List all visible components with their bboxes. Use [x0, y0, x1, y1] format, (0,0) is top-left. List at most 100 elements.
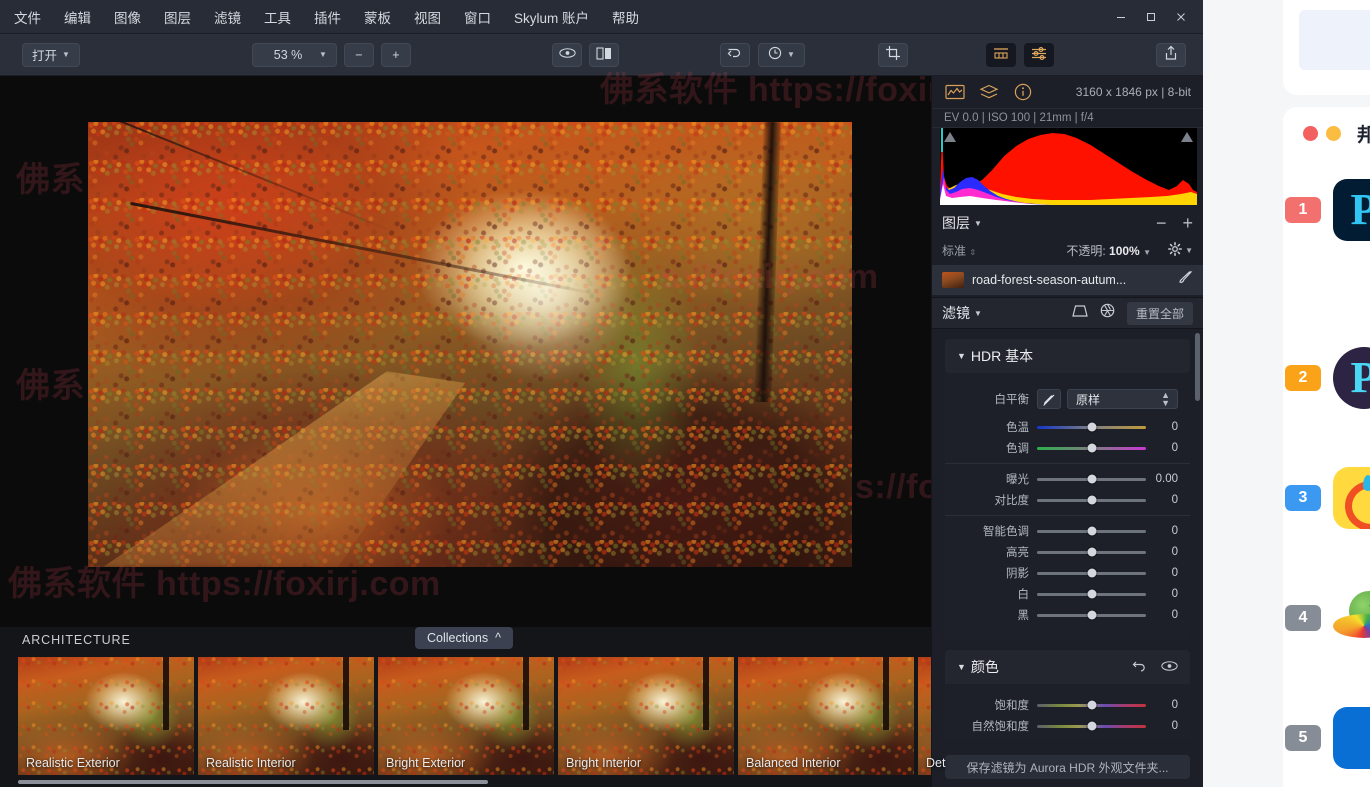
- reset-arrow-icon[interactable]: [1132, 659, 1147, 675]
- save-preset-button[interactable]: 保存滤镜为 Aurora HDR 外观文件夹...: [945, 755, 1190, 779]
- tone-group: 智能色调 0 高亮 0 阴影 0 白 0 黑 0: [945, 515, 1190, 630]
- remove-layer-button[interactable]: −: [1156, 213, 1167, 234]
- share-export-button[interactable]: [1156, 42, 1186, 67]
- preset-item[interactable]: Bright Exterior: [378, 657, 554, 775]
- menu-help[interactable]: 帮助: [612, 7, 639, 27]
- aperture-icon[interactable]: [1100, 303, 1115, 323]
- bg-rank-row-5[interactable]: 5: [1283, 698, 1370, 778]
- preset-label: Realistic Interior: [206, 756, 296, 770]
- info-circle-icon[interactable]: [1012, 81, 1034, 103]
- layers-stack-icon[interactable]: [978, 81, 1000, 103]
- preset-item[interactable]: Bright Interior: [558, 657, 734, 775]
- brush-icon[interactable]: [1178, 270, 1193, 290]
- color-filter-header[interactable]: ▼ 颜色: [945, 650, 1190, 684]
- open-button[interactable]: 打开 ▼: [22, 42, 80, 67]
- histogram-shadow-clip-marker[interactable]: [944, 132, 956, 142]
- slider-knob[interactable]: [1087, 526, 1096, 536]
- slider-knob[interactable]: [1087, 443, 1096, 453]
- slider-control[interactable]: [1037, 584, 1146, 604]
- opacity-control[interactable]: 不透明: 100% ▼: [1066, 242, 1151, 259]
- adjust-panel-toggle[interactable]: [1024, 42, 1054, 67]
- histogram-highlight-clip-marker[interactable]: [1181, 132, 1193, 142]
- menu-skylum-account[interactable]: Skylum 账户: [514, 7, 589, 27]
- slider-control[interactable]: [1037, 695, 1146, 715]
- preset-item[interactable]: Realistic Exterior: [18, 657, 194, 775]
- layer-item[interactable]: road-forest-season-autum...: [932, 265, 1203, 295]
- slider-knob[interactable]: [1087, 547, 1096, 557]
- histogram-icon[interactable]: [944, 81, 966, 103]
- image-canvas[interactable]: [0, 76, 931, 627]
- slider-control[interactable]: [1037, 521, 1146, 541]
- slider-label: 智能色调: [983, 526, 1029, 538]
- menu-plugins[interactable]: 插件: [314, 7, 341, 27]
- slider-control[interactable]: [1037, 490, 1146, 510]
- bg-rank-row-2[interactable]: 2 P: [1283, 338, 1370, 418]
- menu-edit[interactable]: 编辑: [64, 7, 91, 27]
- menu-view[interactable]: 视图: [414, 7, 441, 27]
- menu-file[interactable]: 文件: [14, 7, 41, 27]
- zoom-level-dropdown[interactable]: 53 % ▼: [252, 42, 337, 67]
- slider-knob[interactable]: [1087, 700, 1096, 710]
- white-balance-select[interactable]: 原样 ▲ ▼: [1067, 389, 1178, 409]
- slider-knob[interactable]: [1087, 495, 1096, 505]
- menu-image[interactable]: 图像: [114, 7, 141, 27]
- maximize-icon[interactable]: [1137, 4, 1165, 30]
- bg-rank-row-3[interactable]: 3: [1283, 458, 1370, 538]
- presets-scrollbar[interactable]: [18, 780, 488, 784]
- menu-filter[interactable]: 滤镜: [214, 7, 241, 27]
- close-icon[interactable]: [1167, 4, 1195, 30]
- slider-knob[interactable]: [1087, 610, 1096, 620]
- filters-scrollbar[interactable]: [1195, 333, 1200, 401]
- slider-knob[interactable]: [1087, 474, 1096, 484]
- slider-control[interactable]: [1037, 438, 1146, 458]
- undo-button[interactable]: [720, 42, 750, 67]
- zoom-out-button[interactable]: −: [343, 42, 374, 67]
- slider-knob[interactable]: [1087, 721, 1096, 731]
- transform-icon[interactable]: [1072, 304, 1088, 323]
- history-button[interactable]: ▼: [758, 42, 805, 67]
- slider-control[interactable]: [1037, 542, 1146, 562]
- preset-item[interactable]: Balanced Interior: [738, 657, 914, 775]
- reset-all-button[interactable]: 重置全部: [1126, 301, 1193, 325]
- menu-mask[interactable]: 蒙板: [364, 7, 391, 27]
- layer-settings-button[interactable]: ▼: [1168, 241, 1193, 259]
- collections-button[interactable]: Collections ^: [415, 627, 514, 649]
- filters-title[interactable]: 滤镜 ▼: [942, 303, 982, 323]
- slider-value: 0: [1171, 699, 1178, 711]
- preview-toggle-button[interactable]: [552, 42, 582, 67]
- zoom-in-button[interactable]: +: [380, 42, 411, 67]
- menu-window[interactable]: 窗口: [464, 7, 491, 27]
- sliders-panel-icon: [1030, 46, 1048, 64]
- filters-scroll-area[interactable]: ▼ HDR 基本 白平衡 原样 ▲ ▼ 色温 0 色调 0 曝光 0.00 对比…: [932, 329, 1203, 739]
- eyedropper-icon[interactable]: [1037, 389, 1061, 409]
- filters-title-label: 滤镜: [942, 305, 970, 321]
- slider-control[interactable]: [1037, 563, 1146, 583]
- slider-control[interactable]: [1037, 417, 1146, 437]
- slider-knob[interactable]: [1087, 589, 1096, 599]
- hdr-basic-filter: ▼ HDR 基本: [945, 339, 1190, 373]
- eye-icon[interactable]: [1161, 659, 1178, 675]
- bg-rank-row-1[interactable]: 1 P: [1283, 170, 1370, 250]
- preset-item[interactable]: Realistic Interior: [198, 657, 374, 775]
- menu-layer[interactable]: 图层: [164, 7, 191, 27]
- slider-knob[interactable]: [1087, 568, 1096, 578]
- crop-tool-button[interactable]: [878, 42, 908, 67]
- slider-control[interactable]: [1037, 469, 1146, 489]
- slider-label: 自然饱和度: [971, 721, 1030, 733]
- add-layer-button[interactable]: +: [1182, 213, 1193, 234]
- layers-title[interactable]: 图层 ▼: [942, 213, 982, 233]
- bg-rank-row-4[interactable]: 4: [1283, 578, 1370, 658]
- menu-tools[interactable]: 工具: [264, 7, 291, 27]
- slider-control[interactable]: [1037, 605, 1146, 625]
- minimize-icon[interactable]: [1107, 4, 1135, 30]
- presets-panel-toggle[interactable]: [986, 42, 1016, 67]
- slider-knob[interactable]: [1087, 422, 1096, 432]
- slider-control[interactable]: [1037, 716, 1146, 736]
- blend-mode-dropdown[interactable]: 标准 ⇳: [942, 242, 976, 259]
- slider-value: 0: [1171, 442, 1178, 454]
- compare-view-button[interactable]: [589, 42, 619, 67]
- layers-subbar: 标准 ⇳ 不透明: 100% ▼ ▼: [932, 237, 1203, 263]
- opacity-value: 100%: [1109, 243, 1140, 258]
- hdr-basic-header[interactable]: ▼ HDR 基本: [945, 339, 1190, 373]
- bg-card-top: [1283, 0, 1370, 95]
